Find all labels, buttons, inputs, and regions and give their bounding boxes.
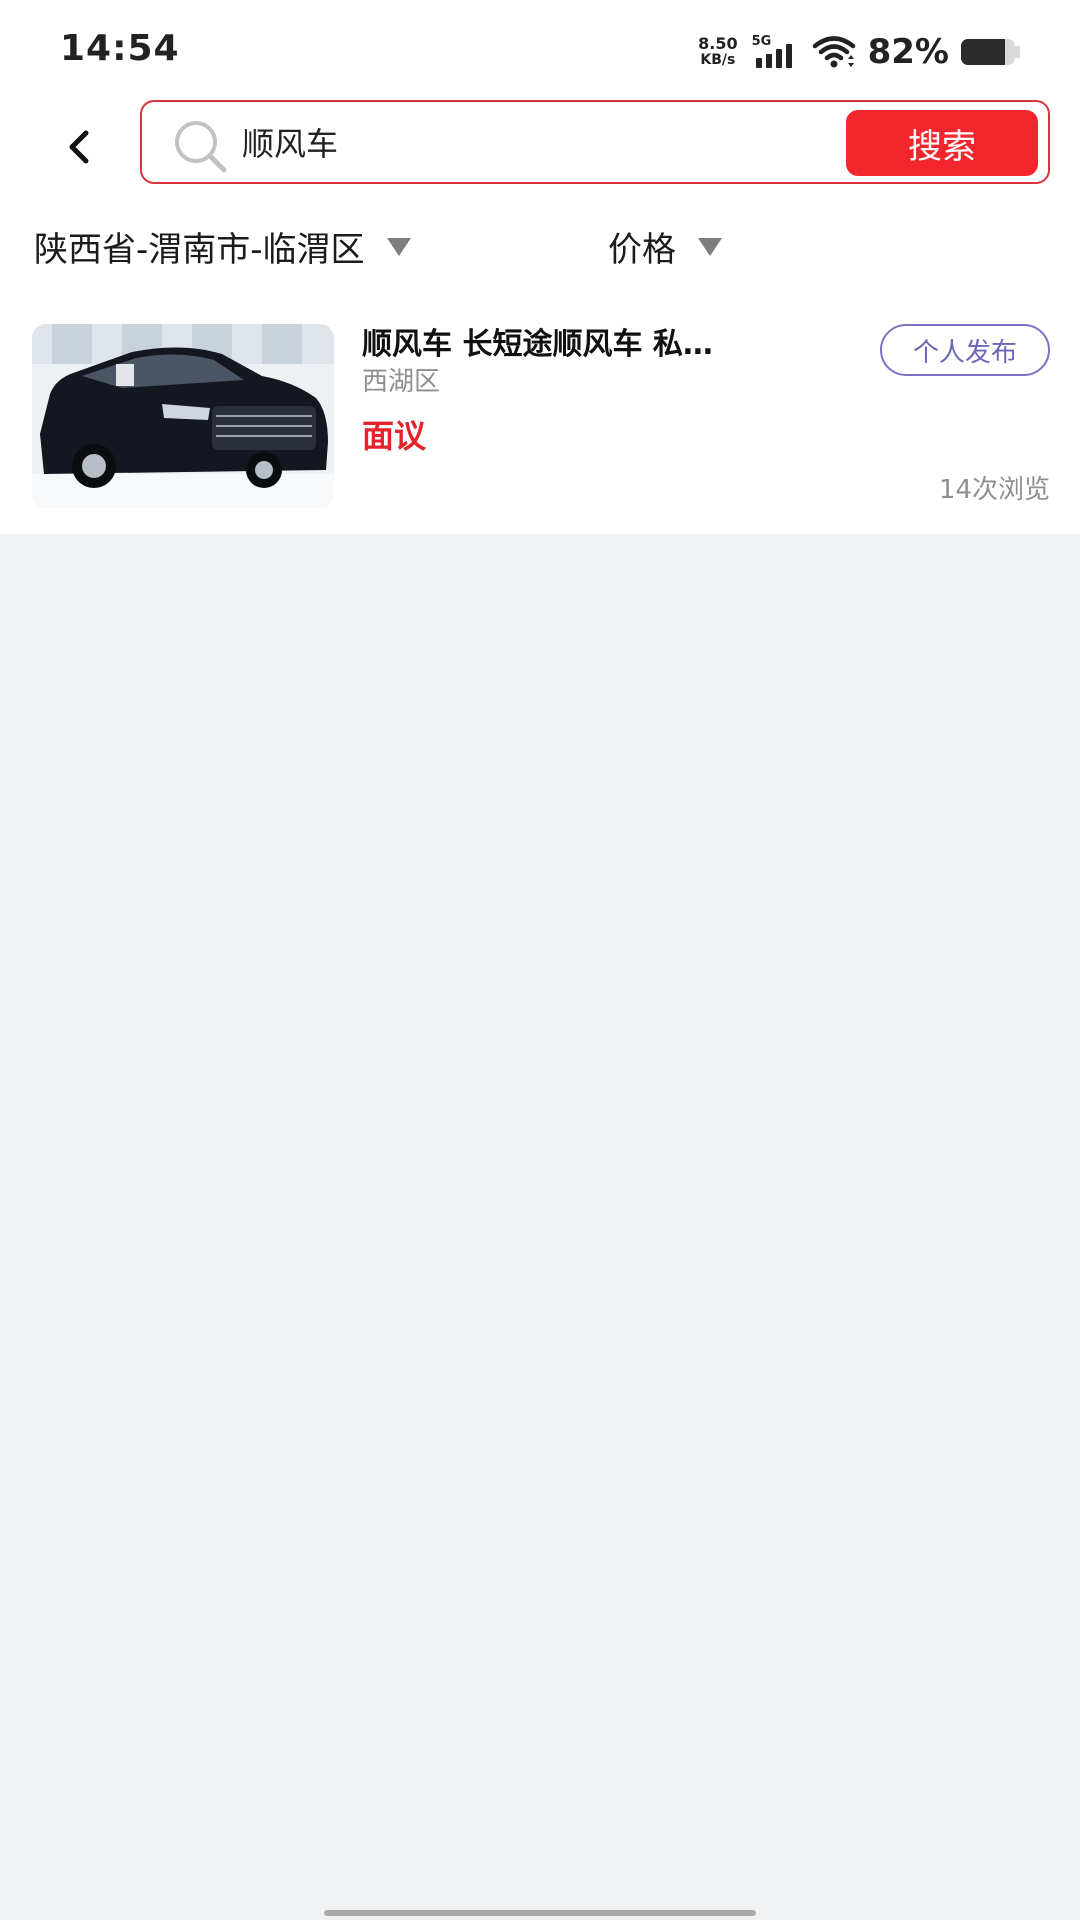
search-button[interactable]: 搜索	[846, 110, 1038, 176]
net-speed-value: 8.50	[698, 34, 738, 53]
dropdown-arrow-icon	[698, 238, 722, 256]
signal-bar	[785, 44, 792, 68]
home-indicator[interactable]	[324, 1910, 756, 1916]
net-speed-unit: KB/s	[700, 52, 736, 68]
search-icon	[175, 121, 227, 173]
battery-tip	[1015, 46, 1020, 58]
wifi-icon	[812, 36, 855, 68]
car-photo	[32, 324, 334, 508]
search-bar: 搜索	[140, 100, 1050, 184]
view-count: 14次浏览	[938, 475, 1050, 505]
listing-title: 顺风车 长短途顺风车 私…	[362, 327, 713, 362]
status-icons: 8.50 KB/s 5G 82%	[698, 28, 1020, 76]
back-button[interactable]	[56, 122, 100, 172]
listing-price: 面议	[362, 417, 427, 455]
status-time: 14:54	[60, 28, 180, 69]
chevron-left-icon	[69, 130, 89, 164]
screen: 14:54 8.50 KB/s 5G 82% 顺风车 搜索 陕西省-渭南市-临渭…	[0, 0, 1080, 1920]
price-filter[interactable]: 价格	[608, 222, 722, 270]
listing-thumbnail	[32, 324, 334, 508]
battery-icon	[961, 39, 1015, 65]
battery-percent: 82%	[867, 32, 949, 72]
search-input[interactable]	[242, 116, 802, 168]
signal-bar	[775, 49, 782, 68]
region-filter-label: 陕西省-渭南市-临渭区	[34, 229, 365, 270]
price-filter-label: 价格	[608, 229, 676, 270]
region-filter[interactable]: 陕西省-渭南市-临渭区	[34, 222, 411, 270]
battery-fill	[961, 39, 1006, 65]
listing-district: 西湖区	[362, 367, 441, 397]
network-type: 5G	[751, 34, 772, 49]
list-item[interactable]: 顺风车 长短途顺风车 私… 西湖区 面议 个人发布 14次浏览	[0, 300, 1080, 534]
signal-bar	[755, 58, 762, 68]
publisher-badge: 个人发布	[880, 324, 1050, 376]
net-speed: 8.50 KB/s	[698, 34, 738, 69]
signal-icon: 5G	[752, 34, 798, 70]
signal-bar	[765, 54, 772, 68]
dropdown-arrow-icon	[386, 238, 411, 256]
